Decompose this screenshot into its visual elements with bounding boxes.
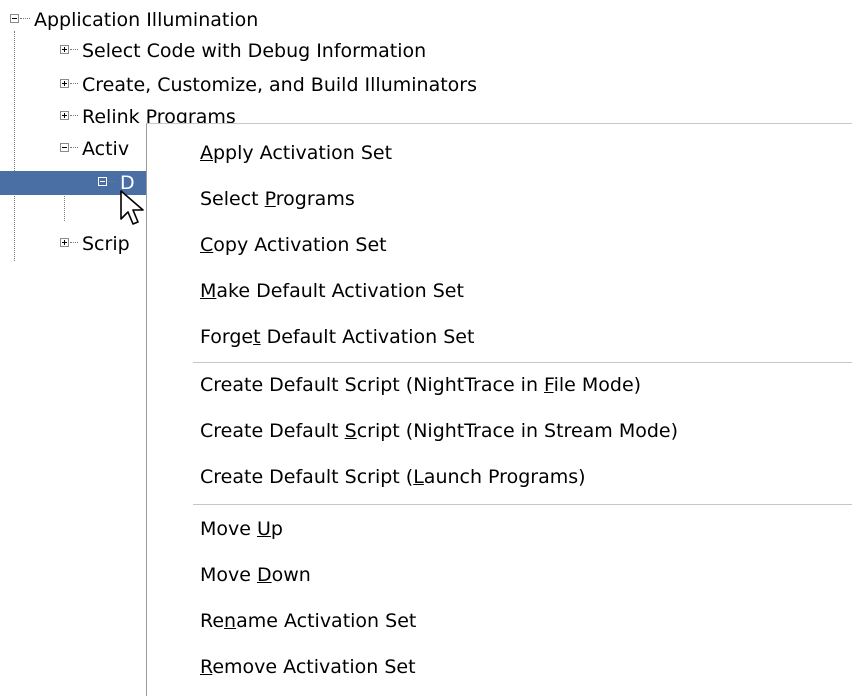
tree-root-row[interactable]: Application Illumination bbox=[0, 8, 852, 32]
tree-connector bbox=[70, 115, 78, 116]
mnemonic-letter: L bbox=[413, 466, 424, 488]
tree-root-label: Application Illumination bbox=[34, 9, 259, 31]
mnemonic-letter: D bbox=[257, 564, 272, 586]
rename-activation-set-item[interactable]: Rename Activation Set bbox=[147, 598, 852, 644]
menu-item-label: Create Default Script (NightTrace in Fil… bbox=[200, 374, 642, 396]
tree-connector bbox=[108, 181, 116, 182]
tree-item-label: Create, Customize, and Build Illuminator… bbox=[82, 74, 478, 96]
expand-icon[interactable] bbox=[60, 111, 69, 120]
menu-item-label: Select Programs bbox=[200, 188, 355, 210]
remove-activation-set-item[interactable]: Remove Activation Set bbox=[147, 644, 852, 690]
menu-item-label: Rename Activation Set bbox=[200, 610, 417, 632]
mnemonic-letter: t bbox=[253, 326, 261, 348]
move-up-item[interactable]: Move Up bbox=[147, 506, 852, 552]
copy-activation-set-item[interactable]: Copy Activation Set bbox=[147, 222, 852, 268]
context-menu[interactable]: Apply Activation Set Select Programs Cop… bbox=[146, 123, 852, 696]
collapse-icon[interactable] bbox=[60, 143, 69, 152]
expand-icon[interactable] bbox=[60, 79, 69, 88]
collapse-icon[interactable] bbox=[10, 14, 19, 23]
select-programs-item[interactable]: Select Programs bbox=[147, 176, 852, 222]
menu-item-label: Remove Activation Set bbox=[200, 656, 416, 678]
tree-connector bbox=[20, 18, 30, 19]
tree-item-label: Activ bbox=[82, 138, 130, 160]
mnemonic-letter: F bbox=[544, 374, 554, 396]
mnemonic-letter: n bbox=[224, 610, 237, 632]
apply-activation-set-item[interactable]: Apply Activation Set bbox=[147, 130, 852, 176]
make-default-activation-set-item[interactable]: Make Default Activation Set bbox=[147, 268, 852, 314]
mnemonic-letter: S bbox=[344, 420, 357, 442]
mnemonic-letter: U bbox=[257, 518, 271, 540]
move-down-item[interactable]: Move Down bbox=[147, 552, 852, 598]
menu-item-label: Create Default Script (Launch Programs) bbox=[200, 466, 586, 488]
menu-separator bbox=[193, 504, 852, 505]
tree-connector bbox=[70, 83, 78, 84]
menu-item-label: Apply Activation Set bbox=[200, 142, 393, 164]
mnemonic-letter: A bbox=[200, 142, 213, 164]
menu-item-label: Create Default Script (NightTrace in Str… bbox=[200, 420, 679, 442]
mnemonic-letter: P bbox=[264, 188, 276, 210]
create-script-file-mode-item[interactable]: Create Default Script (NightTrace in Fil… bbox=[147, 362, 852, 408]
collapse-icon[interactable] bbox=[98, 177, 107, 186]
expand-icon[interactable] bbox=[60, 238, 69, 247]
tree-connector bbox=[70, 147, 78, 148]
create-script-stream-mode-item[interactable]: Create Default Script (NightTrace in Str… bbox=[147, 408, 852, 454]
mnemonic-letter: M bbox=[200, 280, 217, 302]
menu-item-label: Forget Default Activation Set bbox=[200, 326, 475, 348]
tree-item-select-code[interactable]: Select Code with Debug Information bbox=[0, 39, 852, 63]
forget-default-activation-set-item[interactable]: Forget Default Activation Set bbox=[147, 314, 852, 360]
create-script-launch-programs-item[interactable]: Create Default Script (Launch Programs) bbox=[147, 454, 852, 500]
arrow-pointer-icon bbox=[120, 190, 144, 225]
tree-connector bbox=[70, 49, 78, 50]
menu-item-label: Make Default Activation Set bbox=[200, 280, 464, 302]
tree-item-label: Select Code with Debug Information bbox=[82, 40, 427, 62]
mnemonic-letter: C bbox=[200, 234, 214, 256]
tree-connector bbox=[70, 242, 78, 243]
mnemonic-letter: R bbox=[200, 656, 213, 678]
tree-item-create-illuminators[interactable]: Create, Customize, and Build Illuminator… bbox=[0, 73, 852, 97]
tree-item-label: Scrip bbox=[82, 233, 130, 255]
menu-item-label: Move Up bbox=[200, 518, 283, 540]
menu-item-label: Copy Activation Set bbox=[200, 234, 387, 256]
menu-item-label: Move Down bbox=[200, 564, 311, 586]
expand-icon[interactable] bbox=[60, 45, 69, 54]
